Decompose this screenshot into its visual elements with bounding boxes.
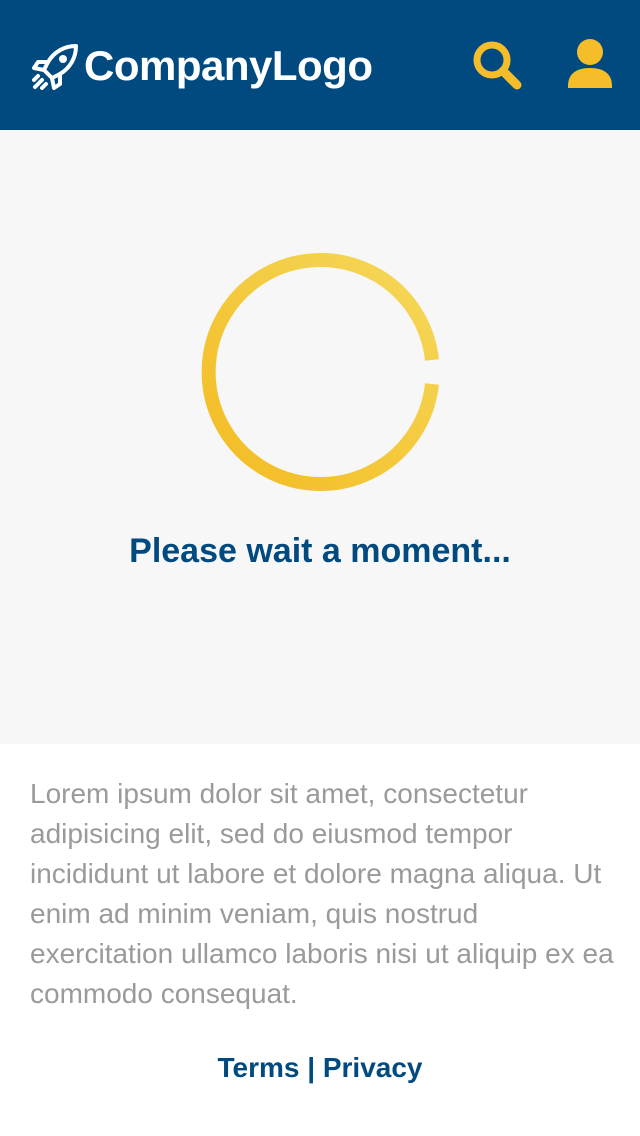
search-icon: [473, 41, 522, 90]
user-icon: [568, 39, 612, 88]
footer-links: Terms | Privacy: [0, 1052, 640, 1084]
terms-link[interactable]: Terms: [217, 1052, 299, 1083]
body-paragraph: Lorem ipsum dolor sit amet, consectetur …: [30, 778, 614, 1009]
company-logo[interactable]: CompanyLogo: [30, 38, 373, 94]
loading-panel: Please wait a moment...: [0, 130, 640, 744]
search-button[interactable]: [470, 38, 524, 92]
app-header: CompanyLogo: [0, 0, 640, 130]
account-button[interactable]: [566, 38, 614, 90]
loading-spinner: [201, 253, 439, 491]
footer-separator: |: [299, 1052, 323, 1083]
logo-text: CompanyLogo: [84, 42, 373, 89]
loading-message: Please wait a moment...: [129, 532, 511, 570]
rocket-icon: [32, 44, 78, 90]
privacy-link[interactable]: Privacy: [323, 1052, 423, 1083]
